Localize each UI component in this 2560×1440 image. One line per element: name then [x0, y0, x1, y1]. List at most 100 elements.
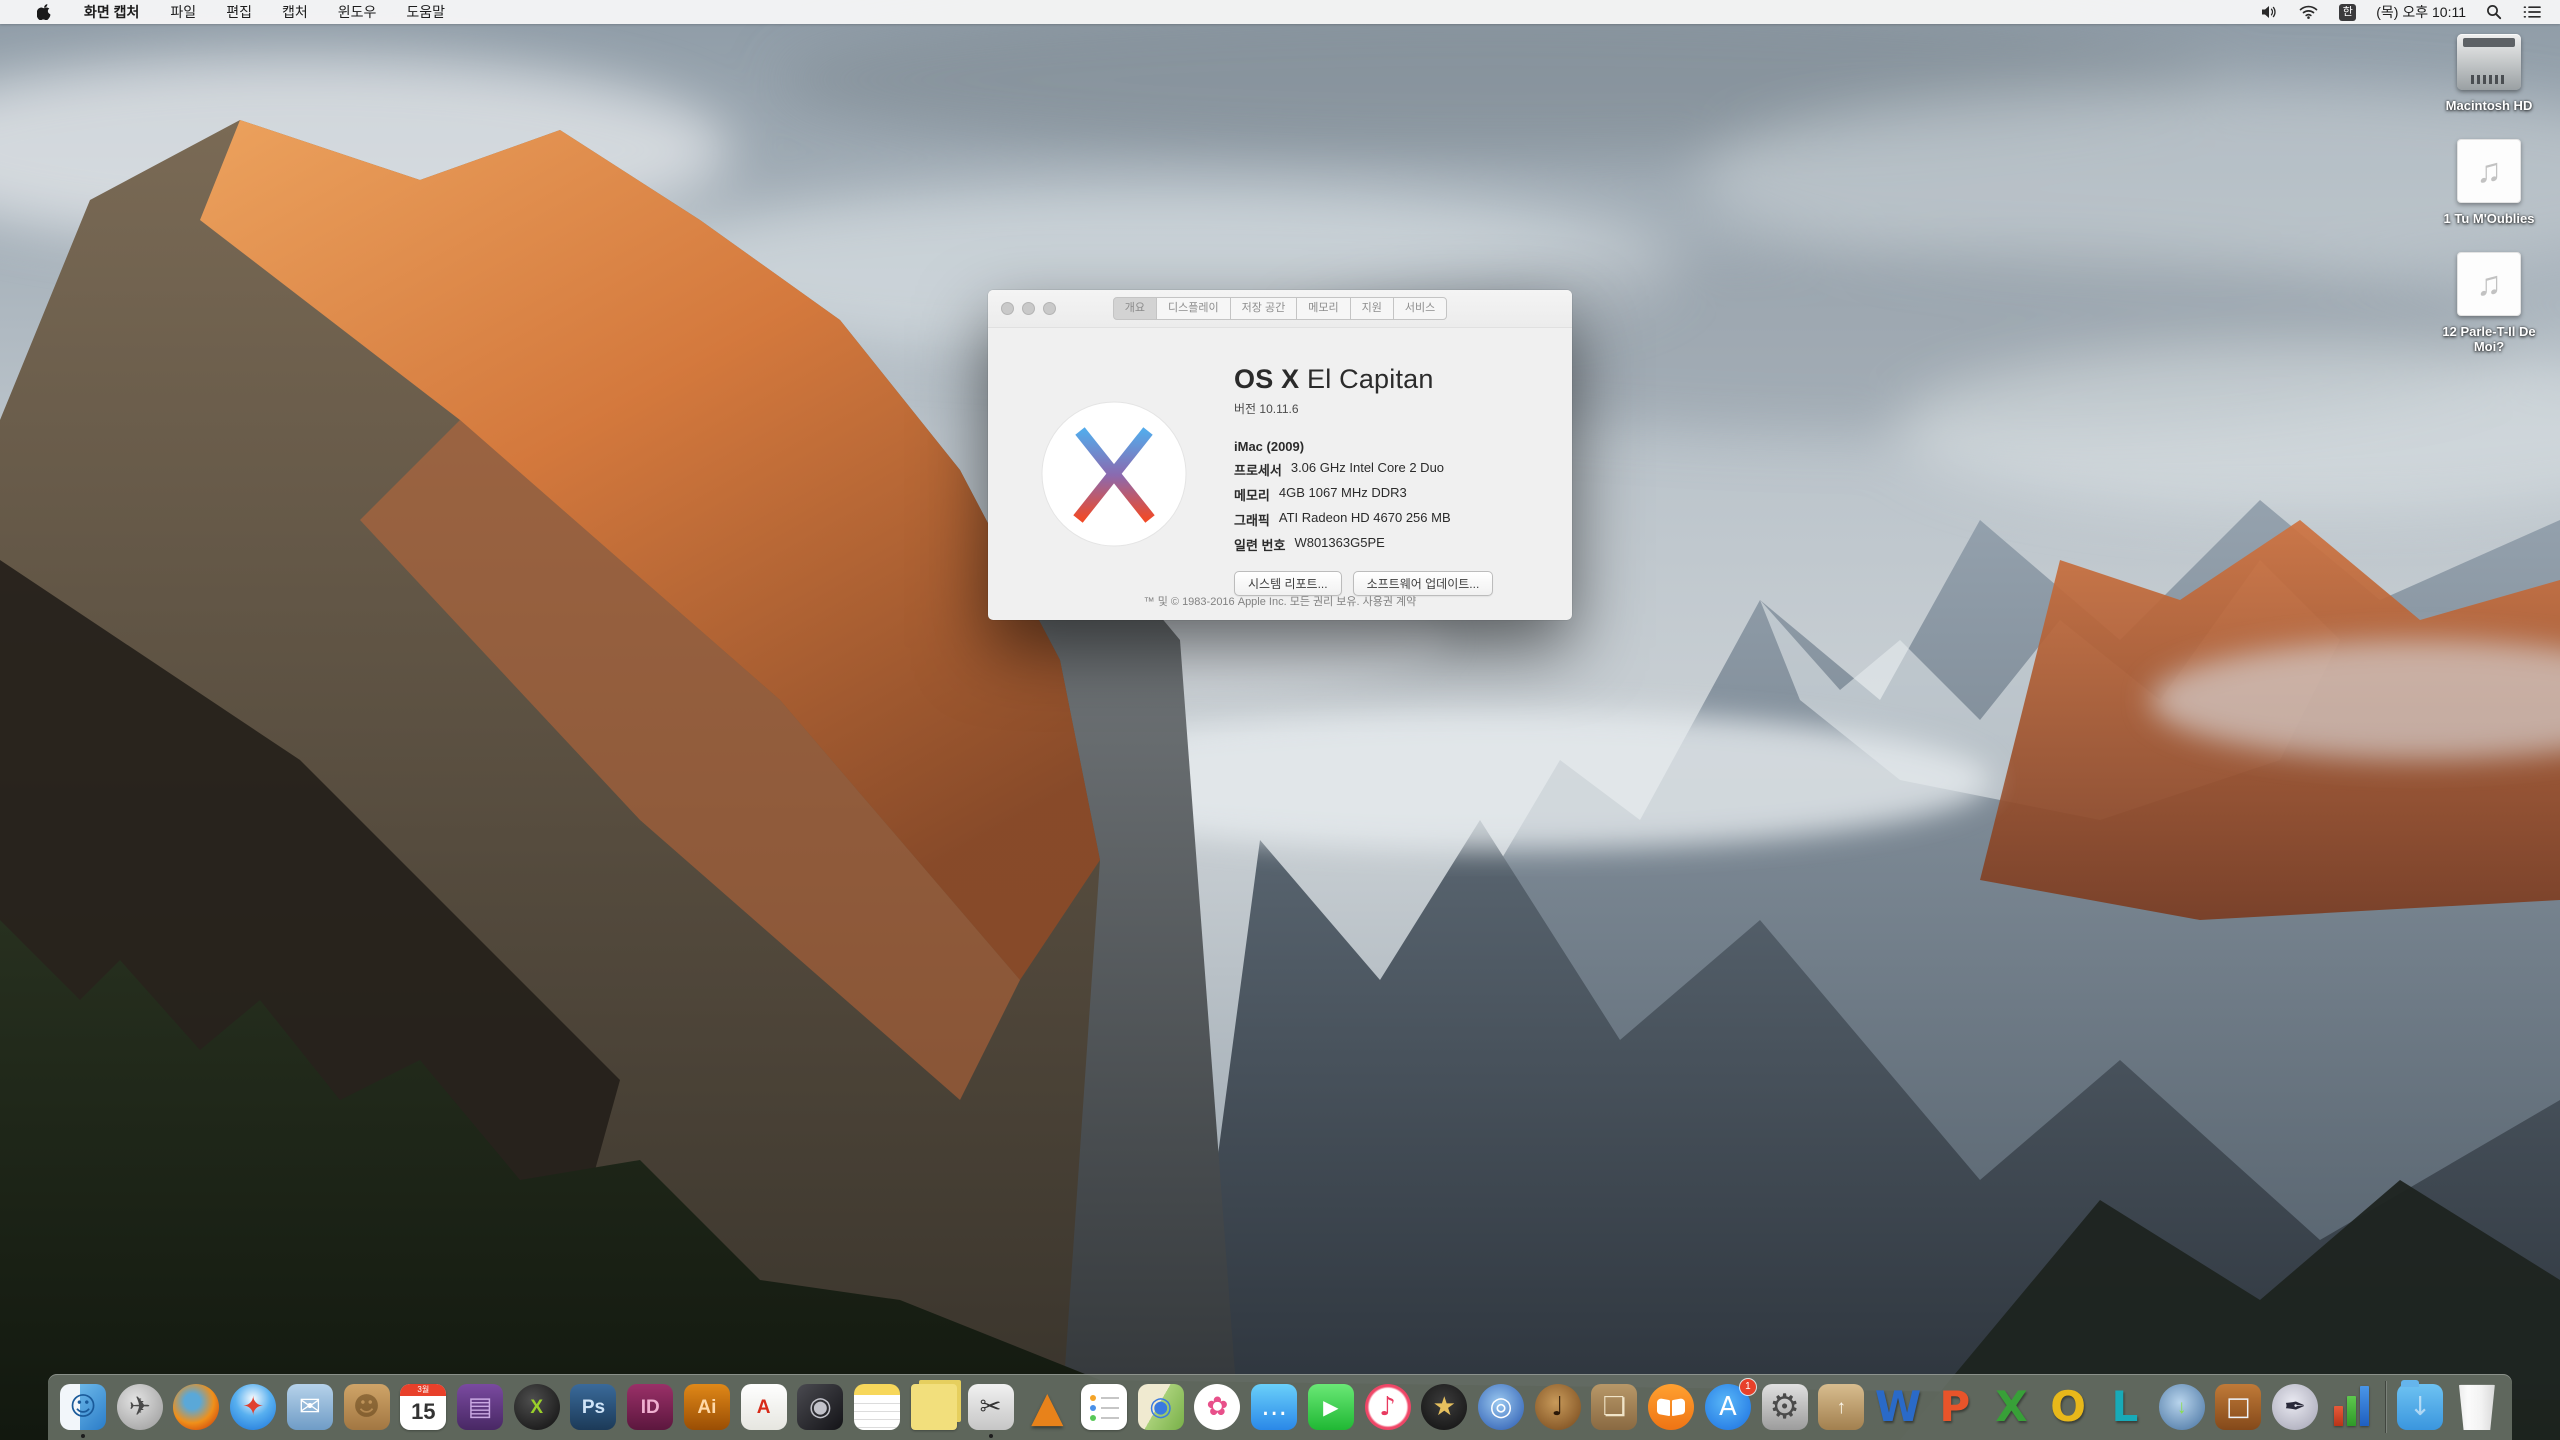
about-this-mac-window[interactable]: 개요 디스플레이 저장 공간 메모리 지원 서비스 OS X El Capitan 버전 …: [988, 290, 1572, 620]
dock-launchpad[interactable]: ✈: [116, 1384, 163, 1430]
dock-illustrator[interactable]: Ai: [683, 1384, 730, 1430]
apple-menu[interactable]: [22, 0, 66, 24]
tab-저장 공간[interactable]: 저장 공간: [1229, 297, 1298, 320]
menu-bar-clock[interactable]: (목) 오후 10:11: [2372, 2, 2470, 22]
spec-label: 일련 번호: [1234, 538, 1286, 553]
dock-idvd[interactable]: ◎: [1477, 1384, 1524, 1430]
dock-indesign[interactable]: ID: [627, 1384, 674, 1430]
close-button[interactable]: [1001, 302, 1014, 315]
facetime-icon: ▶: [1323, 1395, 1339, 1419]
dock-facetime[interactable]: ▶: [1307, 1384, 1354, 1430]
menu-도움말[interactable]: 도움말: [391, 0, 460, 24]
dock-ibooks[interactable]: [1648, 1384, 1695, 1430]
dock-ms-excel[interactable]: X: [1988, 1384, 2034, 1430]
dock-downloads-folder[interactable]: ↓: [2397, 1380, 2444, 1430]
dock-trash[interactable]: [2458, 1384, 2495, 1430]
dock-firefox[interactable]: [173, 1384, 220, 1430]
calendar-month: 3월: [400, 1384, 447, 1396]
desktop-icon-audio-file-2[interactable]: ♫ 12 Parle-T-Il De Moi?: [2428, 252, 2550, 354]
dock-calendar[interactable]: 3월 15: [400, 1384, 447, 1430]
dock-photos[interactable]: ✿: [1194, 1384, 1241, 1430]
maps-icon: ◉: [1149, 1392, 1172, 1422]
tab-메모리[interactable]: 메모리: [1296, 297, 1351, 320]
dock-divider: [2385, 1381, 2387, 1433]
wifi-icon: [2299, 5, 2318, 19]
tab-서비스[interactable]: 서비스: [1392, 297, 1448, 320]
running-indicator: [81, 1434, 85, 1438]
os-version: 버전 10.11.6: [1234, 402, 1299, 416]
menu-bar-left: 화면 캡처 파일 편집 캡처 윈도우 도움말: [0, 0, 460, 24]
minimize-button[interactable]: [1022, 302, 1035, 315]
dock-numbers[interactable]: [2329, 1384, 2375, 1430]
dock-safari[interactable]: ✦: [230, 1384, 277, 1430]
dock-notes[interactable]: [854, 1384, 901, 1430]
chart-bar: [2347, 1396, 2357, 1426]
spec-value: ATI Radeon HD 4670 256 MB: [1278, 510, 1451, 525]
dock-vlc[interactable]: ▲: [1024, 1384, 1070, 1430]
dock-mail[interactable]: ✉: [286, 1384, 333, 1430]
menu-캡처[interactable]: 캡처: [267, 0, 323, 24]
tab-개요[interactable]: 개요: [1112, 297, 1158, 320]
input-source-menu-extra[interactable]: 한: [2334, 0, 2361, 24]
chart-bar: [2334, 1406, 2344, 1426]
tab-디스플레이[interactable]: 디스플레이: [1156, 297, 1231, 320]
imovie-icon: ★: [1432, 1392, 1456, 1422]
dock-pinboard-app[interactable]: ❏: [1591, 1384, 1638, 1430]
dock-keynote[interactable]: □: [2215, 1384, 2262, 1430]
dock-contacts[interactable]: ☻: [343, 1384, 390, 1430]
menu-윈도우[interactable]: 윈도우: [323, 0, 392, 24]
dock-reminders[interactable]: [1080, 1384, 1127, 1430]
dock-itunes[interactable]: ♪: [1364, 1384, 1411, 1430]
x-sphere-app-icon: X: [530, 1396, 544, 1418]
dock-messages[interactable]: …: [1251, 1384, 1298, 1430]
dock-unarchiver[interactable]: ↑: [1818, 1384, 1865, 1430]
zoom-button[interactable]: [1043, 302, 1056, 315]
dock-system-preferences[interactable]: ⚙: [1761, 1384, 1808, 1430]
dock-photoshop[interactable]: Ps: [570, 1384, 617, 1430]
dock-imovie[interactable]: ★: [1421, 1384, 1468, 1430]
dock-garageband[interactable]: ♩: [1534, 1384, 1581, 1430]
search-icon: [2487, 5, 2502, 20]
toast-icon: ▤: [467, 1392, 493, 1422]
safari-icon: ✦: [242, 1392, 265, 1422]
wifi-menu-extra[interactable]: [2294, 0, 2323, 24]
dock-logic-pro[interactable]: ◉: [797, 1384, 844, 1430]
spotlight-menu-extra[interactable]: [2481, 0, 2507, 24]
dock-finder[interactable]: ☺: [60, 1384, 106, 1438]
itunes-icon: ♪: [1379, 1392, 1396, 1422]
dock-ms-outlook[interactable]: O: [2045, 1384, 2091, 1430]
system-info: OS X El Capitan 버전 10.11.6 iMac (2009) 프…: [1234, 364, 1494, 596]
tab-지원[interactable]: 지원: [1349, 297, 1394, 320]
dock-maps[interactable]: ◉: [1137, 1384, 1184, 1430]
menu-편집[interactable]: 편집: [211, 0, 267, 24]
traffic-lights: [1001, 302, 1056, 315]
app-menu-screen-capture[interactable]: 화면 캡처: [66, 0, 155, 24]
dock-toast[interactable]: ▤: [457, 1384, 504, 1430]
indesign-icon: ID: [640, 1396, 660, 1418]
dock-app-store[interactable]: A1: [1704, 1379, 1756, 1430]
notification-center-menu-extra[interactable]: [2518, 0, 2546, 24]
dock-stickies[interactable]: [910, 1384, 957, 1430]
hard-drive-icon: [2457, 34, 2521, 90]
dock-ms-word[interactable]: W: [1875, 1384, 1921, 1430]
illustrator-icon: Ai: [697, 1396, 717, 1418]
ms-powerpoint-icon: P: [1939, 1382, 1971, 1431]
dock-ms-powerpoint[interactable]: P: [1932, 1384, 1978, 1430]
dock-grab[interactable]: ✂: [967, 1384, 1014, 1438]
grab-icon: ✂: [979, 1392, 1002, 1422]
keynote-icon: □: [2226, 1392, 2251, 1422]
copyright-footer: ™ 및 © 1983-2016 Apple Inc. 모든 권리 보유. 사용권…: [1143, 596, 1417, 608]
volume-menu-extra[interactable]: [2256, 0, 2283, 24]
dock-x-sphere-app[interactable]: X: [513, 1384, 560, 1430]
music-note-glyph: ♫: [2476, 264, 2502, 303]
dock-ms-lync[interactable]: L: [2102, 1384, 2148, 1430]
dock-acrobat[interactable]: A: [740, 1384, 787, 1430]
menu-파일[interactable]: 파일: [155, 0, 211, 24]
ms-word-icon: W: [1874, 1382, 1922, 1431]
desktop-icon-audio-file-1[interactable]: ♫ 1 Tu M'Oublies: [2428, 139, 2550, 226]
desktop-icon-macintosh-hd[interactable]: Macintosh HD: [2428, 34, 2550, 113]
window-titlebar[interactable]: 개요 디스플레이 저장 공간 메모리 지원 서비스: [988, 290, 1572, 328]
dock-pages[interactable]: ✒: [2272, 1384, 2319, 1430]
dock-web-downloader[interactable]: ↓: [2158, 1384, 2205, 1430]
calendar-day: 15: [411, 1399, 436, 1424]
